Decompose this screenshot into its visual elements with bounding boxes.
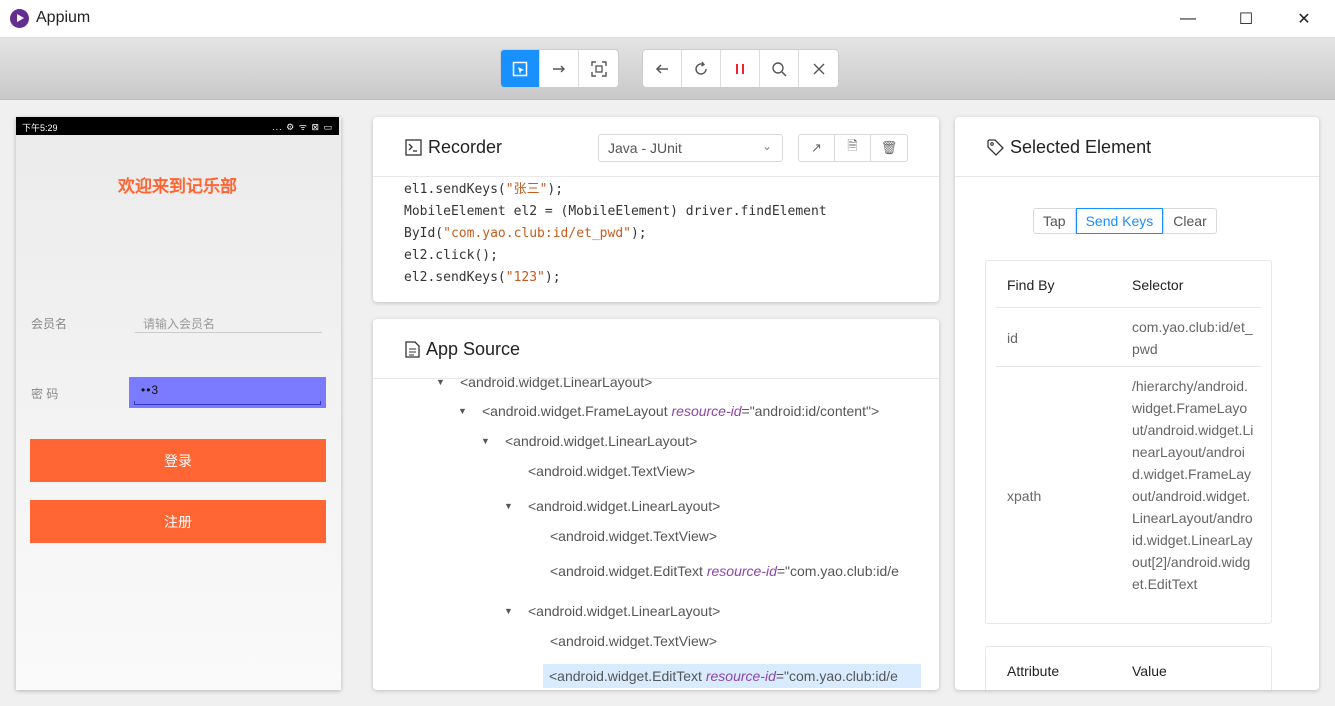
attribute-header: Attribute [1007,663,1060,679]
code-line: el2.click(); [404,248,498,263]
divider [996,366,1261,367]
code-line: MobileElement el2 = (MobileElement) driv… [404,204,827,219]
toolbar [0,38,1335,100]
maximize-button[interactable]: ☐ [1217,0,1275,38]
app-source-title: App Source [405,339,520,360]
selected-element-panel: Selected Element Tap Send Keys Clear Fin… [955,117,1319,690]
value-header: Value [1132,663,1167,679]
username-input[interactable]: 请输入会员名 [135,311,322,333]
selected-element-title: Selected Element [987,137,1151,158]
recorder-title-text: Recorder [428,137,503,157]
code-line: el2.sendKeys("123"); [404,270,561,285]
back-button[interactable] [643,50,682,87]
element-actions: Tap Send Keys Clear [1033,208,1217,234]
selector-xpath-value[interactable]: /hierarchy/android.widget.FrameLayout/an… [1132,375,1254,595]
document-icon: 🗎 [847,138,858,153]
device-time: 下午5:29 [22,123,58,133]
action-button-group [642,49,839,88]
selected-element-title-text: Selected Element [1010,137,1152,157]
caret-down-icon: ▼ [458,406,467,416]
tree-node[interactable]: <android.widget.EditText resource-id="co… [550,563,899,579]
divider [996,307,1261,308]
tree-node[interactable]: <android.widget.TextView> [550,633,717,649]
recorder-actions: ↗ 🗎 🗑 [798,134,908,162]
file-text-icon [405,341,420,358]
pause-icon [736,63,744,74]
tree-node[interactable]: ▼ <android.widget.LinearLayout> [504,498,720,514]
search-button[interactable] [760,50,799,87]
tree-node[interactable]: ▼ <android.widget.LinearLayout> [481,433,697,449]
status-icons: ... ⚙ ᯤ ⊠ ▭ [272,122,333,132]
caret-down-icon: ▼ [504,501,513,511]
selector-header: Selector [1132,277,1184,293]
find-by-table: Find By Selector id com.yao.club:id/et_p… [985,260,1272,624]
app-source-panel: App Source ▼ <android.widget.LinearLayou… [373,319,939,690]
appium-logo-icon [10,9,29,28]
refresh-button[interactable] [682,50,721,87]
tap-by-coordinates-button[interactable] [579,50,618,87]
language-select-value: Java - JUnit [608,140,682,156]
copy-code-button[interactable]: 🗎 [835,135,871,161]
pause-recording-button[interactable] [721,50,760,87]
tap-button[interactable]: Tap [1033,208,1076,234]
select-element-button[interactable] [501,50,540,87]
app-source-title-text: App Source [426,339,521,359]
find-by-xpath: xpath [1007,488,1042,504]
clear-button[interactable]: Clear [1163,208,1217,234]
caret-down-icon: ▼ [481,436,490,446]
code-line: el1.sendKeys("张三"); [404,182,564,197]
password-input-highlighted[interactable]: ••3 [129,377,326,408]
device-status-bar: 下午5:29 ... ⚙ ᯤ ⊠ ▭ [16,117,339,135]
recorder-header: Recorder Java - JUnit ⌄ ↗ 🗎 🗑 [373,117,939,177]
selector-id-value[interactable]: com.yao.club:id/et_pwd [1132,316,1254,360]
trash-icon: 🗑 [880,140,898,155]
recorded-code: el1.sendKeys("张三"); MobileElement el2 = (… [404,179,827,289]
tree-node[interactable]: <android.widget.TextView> [550,528,717,544]
selected-element-header: Selected Element [955,117,1319,177]
tag-icon [987,139,1004,156]
window-title: Appium [36,9,91,26]
tree-node[interactable]: ▼ <android.widget.LinearLayout> [436,374,652,390]
terminal-icon [405,139,422,156]
source-tree: ▼ <android.widget.LinearLayout> ▼ <andro… [373,374,939,690]
arrow-left-icon [655,63,668,74]
swipe-button[interactable] [540,50,579,87]
tree-node[interactable]: ▼ <android.widget.FrameLayout resource-i… [458,403,879,419]
welcome-heading[interactable]: 欢迎来到记乐部 [16,172,339,197]
search-icon [772,61,787,77]
recorder-panel: Recorder Java - JUnit ⌄ ↗ 🗎 🗑 el1.sendKe… [373,117,939,302]
recorder-title: Recorder [405,137,502,158]
find-by-id: id [1007,330,1018,346]
login-button[interactable]: 登录 [30,439,326,482]
device-screenshot[interactable]: 下午5:29 ... ⚙ ᯤ ⊠ ▭ 欢迎来到记乐部 会员名 请输入会员名 密 … [16,117,341,690]
show-boilerplate-button[interactable]: ↗ [799,135,835,161]
export-icon: ↗ [811,140,822,155]
title-bar: Appium — ☐ ✕ [0,0,1335,38]
arrow-right-icon [553,65,565,72]
fullscreen-icon [590,60,607,77]
close-icon [813,63,824,74]
mode-button-group [500,49,619,88]
find-by-header: Find By [1007,277,1055,293]
chevron-down-icon: ⌄ [761,139,772,153]
tree-node-selected[interactable]: <android.widget.EditText resource-id="co… [543,664,921,688]
language-select[interactable]: Java - JUnit ⌄ [598,134,783,162]
select-cursor-icon [512,61,528,76]
clear-recording-button[interactable]: 🗑 [871,135,907,161]
attributes-table: Attribute Value [985,646,1272,690]
app-source-header: App Source [373,319,939,379]
tree-node[interactable]: ▼ <android.widget.LinearLayout> [504,603,720,619]
code-line: ById("com.yao.club:id/et_pwd"); [404,226,647,241]
send-keys-button[interactable]: Send Keys [1075,208,1164,234]
quit-session-button[interactable] [799,50,838,87]
register-button[interactable]: 注册 [30,500,326,543]
refresh-icon [695,61,707,75]
password-label[interactable]: 密 码 [31,385,58,402]
tree-node[interactable]: <android.widget.TextView> [528,463,695,479]
close-window-button[interactable]: ✕ [1275,0,1333,38]
caret-down-icon: ▼ [504,606,513,616]
minimize-button[interactable]: — [1159,0,1217,38]
caret-down-icon: ▼ [436,377,445,387]
username-label[interactable]: 会员名 [31,315,67,332]
